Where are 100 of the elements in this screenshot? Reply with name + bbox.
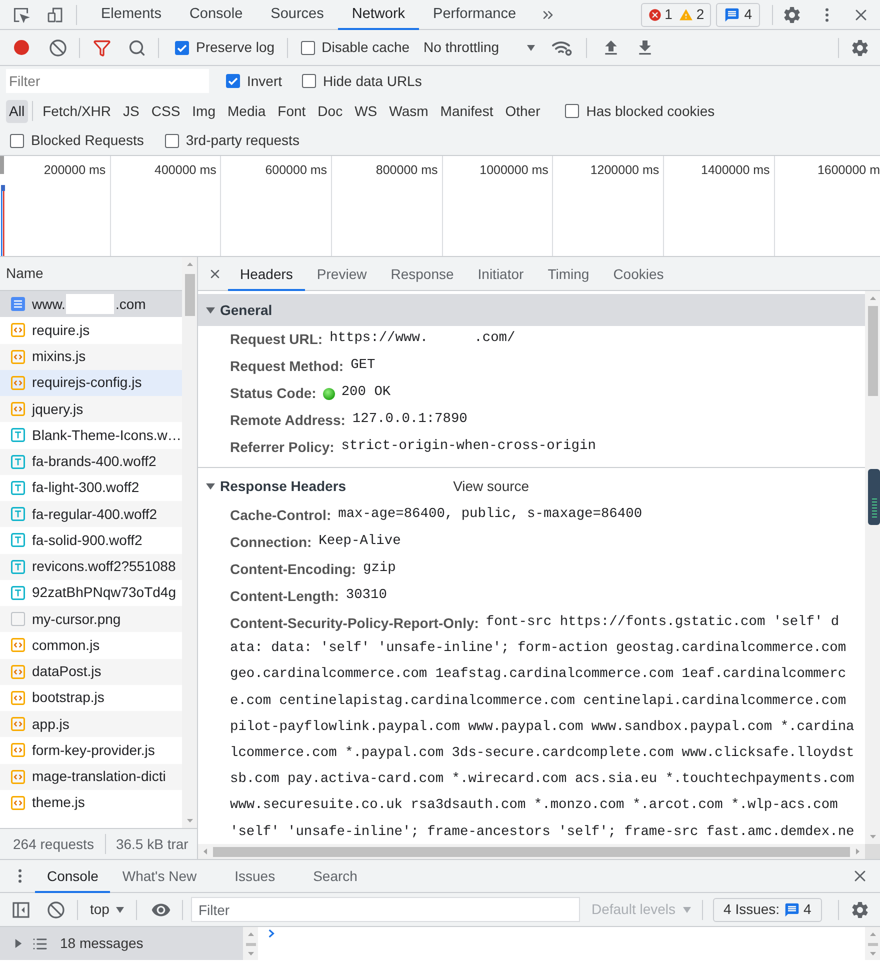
request-row[interactable]: jquery.js <box>0 396 182 422</box>
record-button[interactable] <box>14 40 29 55</box>
checkbox-label[interactable]: 3rd-party requests <box>186 130 300 151</box>
drawer-tab[interactable]: What's New <box>110 860 223 893</box>
detail-tab[interactable]: Preview <box>304 257 379 291</box>
scrollbar-thumb[interactable] <box>868 943 878 946</box>
panel-tab[interactable]: Performance <box>419 0 530 30</box>
type-filter[interactable]: Wasm <box>383 100 434 122</box>
sidebar-toggle-icon[interactable] <box>12 900 30 918</box>
checkbox[interactable] <box>226 74 240 88</box>
section-title[interactable]: General <box>220 300 272 320</box>
panel-tab[interactable]: Sources <box>256 0 338 30</box>
drawer-tab[interactable]: Issues <box>222 860 302 893</box>
network-conditions-icon[interactable] <box>551 38 574 56</box>
request-row[interactable]: dataPost.js <box>0 658 182 685</box>
checkbox-label[interactable]: Has blocked cookies <box>586 100 715 122</box>
message-icon <box>784 902 800 918</box>
script-file-icon <box>11 770 25 784</box>
type-filter[interactable]: WS <box>348 100 384 122</box>
request-row[interactable]: revicons.woff2?551088 <box>0 554 182 580</box>
status-dot-icon <box>323 388 336 400</box>
request-row[interactable]: mage-translation-dicti <box>0 764 182 790</box>
warning-icon <box>679 8 694 22</box>
dropdown-caret-icon <box>527 44 536 50</box>
header-value: https://www. <box>330 330 428 348</box>
checkbox[interactable] <box>10 134 24 148</box>
checkbox-label[interactable]: Preserve log <box>196 37 275 58</box>
column-header[interactable]: Name <box>0 257 182 291</box>
checkbox-label[interactable]: Invert <box>247 70 282 92</box>
checkbox[interactable] <box>302 74 316 88</box>
request-row[interactable]: mixins.js <box>0 344 182 370</box>
scrollbar-corner <box>865 844 880 859</box>
checkbox-label[interactable]: Disable cache <box>322 37 410 58</box>
detail-tab[interactable]: Initiator <box>466 257 536 291</box>
view-source-link[interactable]: View source <box>453 476 530 496</box>
filter-icon[interactable] <box>93 38 111 56</box>
settings-icon[interactable] <box>850 900 870 920</box>
clear-icon[interactable] <box>47 900 65 918</box>
panel-tab[interactable]: Console <box>175 0 257 30</box>
timeline-tick-label: 1000000 ms <box>480 162 548 178</box>
checkbox[interactable] <box>300 40 315 54</box>
detail-tab[interactable]: Response <box>378 257 466 291</box>
timeline-tick-label: 200000 ms <box>44 162 106 178</box>
type-filter[interactable]: Doc <box>312 100 349 122</box>
detail-tab[interactable]: Cookies <box>601 257 676 291</box>
type-filter[interactable]: Media <box>222 100 272 122</box>
filter-input[interactable]: Filter <box>6 69 209 93</box>
request-row[interactable]: fa-brands-400.woff2 <box>0 448 182 475</box>
checkbox-label[interactable]: Blocked Requests <box>31 130 144 151</box>
panel-tab[interactable]: Elements <box>87 0 176 30</box>
request-row[interactable]: app.js <box>0 711 182 738</box>
document-icon <box>11 297 25 312</box>
checkbox[interactable] <box>565 104 580 118</box>
request-row[interactable]: fa-regular-400.woff2 <box>0 501 182 528</box>
type-filter[interactable]: Img <box>186 100 222 122</box>
scrollbar-thumb[interactable] <box>184 274 194 316</box>
device-toolbar-icon[interactable] <box>46 6 64 24</box>
disclosure-triangle-icon[interactable] <box>206 482 215 490</box>
message-counter-button[interactable]: 4 <box>716 2 760 26</box>
throttling-select[interactable]: No throttling <box>424 37 536 58</box>
header-name: Content-Length: <box>230 587 339 606</box>
detail-tab[interactable]: Timing <box>536 257 602 291</box>
checkbox-label[interactable]: Hide data URLs <box>323 70 422 92</box>
header-value: GET <box>350 357 376 376</box>
context-select[interactable]: top <box>90 899 124 920</box>
section-title[interactable]: Response Headers <box>220 476 346 496</box>
type-filter[interactable]: CSS <box>145 100 186 122</box>
search-icon[interactable] <box>128 38 146 56</box>
type-filter[interactable]: Manifest <box>434 100 500 122</box>
type-filter[interactable]: JS <box>117 100 146 122</box>
issues-button[interactable]: 4 Issues: 4 <box>712 898 822 922</box>
request-row[interactable]: requirejs-config.js <box>0 370 182 396</box>
header-name: Request URL: <box>230 330 323 349</box>
timeline-overview[interactable]: 200000 ms 400000 ms 600000 ms 800000 ms 1000000 ms 1200000 ms 1400000 ms 1600000 m <box>0 156 880 257</box>
header-name: Remote Address: <box>230 411 346 430</box>
clear-icon[interactable] <box>49 38 67 56</box>
scrollbar-thumb[interactable] <box>246 943 256 946</box>
checkbox[interactable] <box>164 134 179 148</box>
timeline-tick-label: 1200000 ms <box>590 162 660 178</box>
inspect-element-icon[interactable] <box>12 6 30 24</box>
sidebar-item[interactable]: 18 messages <box>0 927 243 960</box>
disclosure-triangle-icon[interactable] <box>14 939 23 948</box>
script-file-icon <box>11 638 25 652</box>
settings-icon[interactable] <box>850 38 870 58</box>
type-filter[interactable]: Fetch/XHR <box>36 100 118 122</box>
scrollbar-thumb[interactable] <box>868 306 878 396</box>
console-filter-input[interactable]: Filter <box>191 897 580 922</box>
checkbox[interactable] <box>175 40 189 54</box>
drawer-tab[interactable]: Search <box>301 860 384 893</box>
prompt-chevron-icon <box>268 929 275 938</box>
settings-icon[interactable] <box>782 4 802 24</box>
section-header[interactable]: General <box>198 294 865 326</box>
type-filter[interactable]: Font <box>272 100 312 122</box>
type-filter[interactable]: Other <box>499 100 546 122</box>
issue-counter-button[interactable]: 1 2 <box>640 2 712 26</box>
request-row[interactable]: my-cursor.png <box>0 606 182 632</box>
type-filter[interactable]: All <box>6 100 28 122</box>
request-row[interactable]: www. .com <box>0 291 182 318</box>
disclosure-triangle-icon[interactable] <box>206 306 215 314</box>
scrollbar-thumb[interactable] <box>213 846 850 856</box>
